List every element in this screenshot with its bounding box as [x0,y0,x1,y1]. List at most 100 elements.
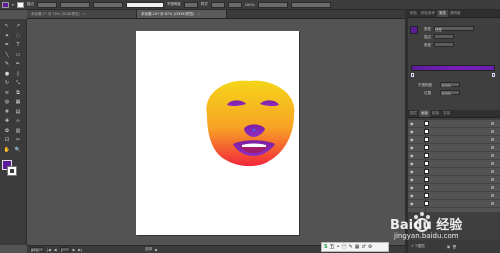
gradient-slider[interactable] [411,65,495,71]
layer-row[interactable]: ◉ [408,168,500,176]
last-artboard-icon[interactable]: ▶| [78,248,82,252]
visibility-eye-icon[interactable]: ◉ [410,145,415,150]
artboard-tool-icon[interactable]: ⊡ [3,137,11,144]
direct-selection-tool-icon[interactable]: ↗ [14,23,22,30]
gradient-angle-field[interactable] [434,42,454,47]
visibility-eye-icon[interactable]: ◉ [410,193,415,198]
brush-definition[interactable] [92,1,123,8]
gradient-stop-left[interactable] [411,73,414,77]
width-tool-icon[interactable]: ≋ [3,90,11,97]
gradient-tool-icon[interactable]: ▤ [14,109,22,116]
ime-item[interactable]: ♂ [362,244,366,250]
close-icon[interactable]: × [83,12,86,16]
layer-target-icon[interactable] [491,122,494,125]
prev-artboard-icon[interactable]: ◀ [54,248,57,252]
next-artboard-icon[interactable]: ▶ [73,248,76,252]
rotate-tool-icon[interactable]: ↻ [3,80,11,87]
layer-target-icon[interactable] [491,162,494,165]
layer-row[interactable]: ◉ [408,184,500,192]
hand-tool-icon[interactable]: ✋ [3,147,11,154]
tab-transparency[interactable]: 透明度 [448,10,463,17]
layer-target-icon[interactable] [491,130,494,133]
layer-row[interactable]: ◉ [408,192,500,200]
lasso-tool-icon[interactable]: ◌ [14,33,22,40]
line-tool-icon[interactable]: ╲ [3,52,11,59]
tab-color-guide[interactable]: 颜色参考 [419,10,437,17]
layer-target-icon[interactable] [491,138,494,141]
ime-item[interactable]: ▦ [355,244,360,250]
perspective-grid-tool-icon[interactable]: ▦ [14,99,22,106]
gradient-opacity-field[interactable]: 100% [440,82,460,88]
free-transform-tool-icon[interactable]: ⧉ [14,90,22,97]
layer-target-icon[interactable] [491,194,494,197]
tab-layers[interactable]: 图层 [408,110,419,117]
layer-target-icon[interactable] [491,186,494,189]
rectangle-tool-icon[interactable]: ▭ [14,52,22,59]
zoom-field[interactable]: 87% [30,247,44,253]
status-arrow-icon[interactable]: ▶ [155,248,158,252]
visibility-eye-icon[interactable]: ◉ [410,185,415,190]
layer-row[interactable]: ◉ [408,120,500,128]
stroke-color-swatch[interactable] [16,1,24,8]
blend-tool-icon[interactable]: ∞ [14,118,22,125]
tab-gradient[interactable]: 渐变 [437,10,448,17]
anchor-point[interactable] [252,128,256,132]
slice-tool-icon[interactable]: ✂ [14,137,22,144]
selection-tool-icon[interactable]: ↖ [3,23,11,30]
paintbrush-tool-icon[interactable]: ✎ [3,61,11,68]
transform-field[interactable] [257,1,288,8]
document-setup-field[interactable] [290,1,331,8]
fill-color-swatch[interactable] [2,1,9,8]
tab-document-1[interactable]: 未标题-1* @ 78% (RGB/预览) × [27,10,137,18]
symbol-sprayer-tool-icon[interactable]: ✿ [3,128,11,135]
ime-item[interactable]: ✎ [349,244,353,250]
variable-width-profile[interactable] [59,1,90,8]
visibility-eye-icon[interactable]: ◉ [410,161,415,166]
scale-tool-icon[interactable]: ⤡ [14,80,22,87]
ime-item[interactable]: ⚙ [368,244,372,250]
layer-row[interactable]: ◉ [408,128,500,136]
pencil-tool-icon[interactable]: ✏ [14,61,22,68]
visibility-eye-icon[interactable]: ◉ [410,169,415,174]
align-options[interactable] [227,1,242,8]
tab-artboards[interactable]: 画板 [419,110,430,117]
close-icon[interactable]: × [197,12,200,16]
ime-item[interactable]: • [337,244,340,250]
graphic-style-picker[interactable] [210,1,225,8]
layer-target-icon[interactable] [491,178,494,181]
visibility-eye-icon[interactable]: ◉ [410,153,415,158]
type-tool-icon[interactable]: T [14,42,22,49]
blob-brush-tool-icon[interactable]: ● [3,71,11,78]
visibility-eye-icon[interactable]: ◉ [410,121,415,126]
layer-row[interactable]: ◉ [408,176,500,184]
artboard-number-field[interactable]: 1 [59,247,70,253]
tab-document-2[interactable]: 未标题-10* @ 87% (CMYK/预览) × [137,10,227,18]
ime-item[interactable]: ㊀ [342,244,347,250]
layer-row[interactable]: ◉ [408,160,500,168]
visibility-eye-icon[interactable]: ◉ [410,177,415,182]
ime-item[interactable]: 五 [330,244,335,250]
pen-tool-icon[interactable]: ✒ [3,42,11,49]
opacity-field[interactable] [183,1,198,8]
canvas-area[interactable] [27,20,405,245]
mesh-tool-icon[interactable]: # [3,109,11,116]
tab-links[interactable]: 链接 [430,110,441,117]
face-artwork[interactable] [54,73,432,213]
tab-variables[interactable]: 变量 [441,110,452,117]
gradient-stop-right[interactable] [492,73,495,77]
layer-row[interactable]: ◉ [408,144,500,152]
stroke-style-preview[interactable] [125,1,164,8]
column-graph-tool-icon[interactable]: ▥ [14,128,22,135]
visibility-eye-icon[interactable]: ◉ [410,129,415,134]
layer-row[interactable]: ◉ [408,152,500,160]
tab-color[interactable]: 颜色 [408,10,419,17]
layer-target-icon[interactable] [491,154,494,157]
layer-target-icon[interactable] [491,170,494,173]
stroke-gradient-options[interactable] [434,34,454,39]
gradient-position-field[interactable]: 100% [440,90,460,96]
layer-target-icon[interactable] [491,146,494,149]
first-artboard-icon[interactable]: |◀ [47,248,51,252]
gradient-swatch[interactable] [410,26,418,34]
zoom-tool-icon[interactable]: 🔍 [14,147,22,154]
ime-item[interactable]: S [324,244,328,250]
